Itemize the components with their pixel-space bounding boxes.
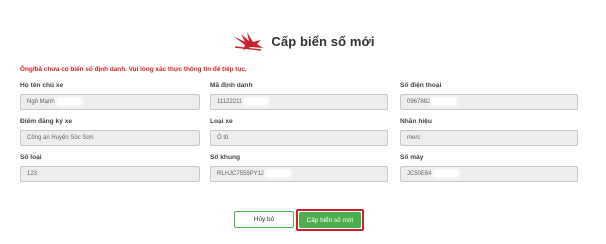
red-bird-logo-icon xyxy=(233,32,264,51)
phone-value: 0967882 xyxy=(407,99,431,105)
id-code-input[interactable]: 11122211 xyxy=(210,94,388,110)
id-code-label: Mã định danh xyxy=(210,82,253,89)
type-number-value: 123 xyxy=(27,171,38,177)
form-header: Cấp biển số mới xyxy=(10,28,596,54)
type-number-field-group: Số loại 123 xyxy=(20,153,200,182)
form-actions: Hủy bỏ Cấp biển số mới xyxy=(10,209,596,233)
engine-number-input[interactable]: JC50E64 xyxy=(400,166,578,182)
engine-number-label: Số máy xyxy=(400,154,424,161)
new-plate-form-panel: Cấp biển số mới Ông/bà chưa có biển số đ… xyxy=(10,6,596,238)
registration-place-label: Điểm đăng ký xe xyxy=(20,118,73,125)
redaction-blur xyxy=(432,97,457,105)
issue-new-plate-button[interactable]: Cấp biển số mới xyxy=(299,212,361,228)
brand-field-group: Nhãn hiệu merc xyxy=(400,117,578,146)
chassis-number-input[interactable]: RLHJC7559PY12 xyxy=(210,166,388,182)
phone-field-group: Số điện thoại 0967882 xyxy=(400,81,578,110)
page-title: Cấp biển số mới xyxy=(271,33,375,49)
engine-number-value: JC50E64 xyxy=(407,171,432,177)
chassis-number-field-group: Số khung RLHJC7559PY12 xyxy=(210,153,388,182)
vehicle-type-label: Loại xe xyxy=(210,118,233,125)
phone-label: Số điện thoại xyxy=(400,82,442,89)
brand-label: Nhãn hiệu xyxy=(400,118,432,125)
warning-message: Ông/bà chưa có biển số định danh. Vui lò… xyxy=(20,66,247,73)
owner-name-input[interactable]: Ngô Mạnh xyxy=(20,94,200,110)
brand-input[interactable]: merc xyxy=(400,130,578,146)
owner-name-value: Ngô Mạnh xyxy=(27,99,55,105)
owner-name-field-group: Họ tên chủ xe Ngô Mạnh xyxy=(20,81,200,110)
chassis-number-value: RLHJC7559PY12 xyxy=(217,171,265,177)
vehicle-type-input[interactable]: Ô tô xyxy=(210,130,388,146)
chassis-number-label: Số khung xyxy=(210,154,241,161)
cancel-button[interactable]: Hủy bỏ xyxy=(234,211,294,228)
type-number-input[interactable]: 123 xyxy=(20,166,200,182)
registration-place-field-group: Điểm đăng ký xe Công an Huyện Sóc Sơn xyxy=(20,117,200,146)
id-code-field-group: Mã định danh 11122211 xyxy=(210,81,388,110)
redaction-blur xyxy=(244,97,269,105)
vehicle-type-field-group: Loại xe Ô tô xyxy=(210,117,388,146)
vehicle-type-value: Ô tô xyxy=(217,135,229,141)
redaction-blur xyxy=(266,169,291,177)
redaction-blur xyxy=(433,169,458,177)
owner-name-label: Họ tên chủ xe xyxy=(20,82,64,89)
registration-place-value: Công an Huyện Sóc Sơn xyxy=(27,135,94,141)
type-number-label: Số loại xyxy=(20,154,42,161)
engine-number-field-group: Số máy JC50E64 xyxy=(400,153,578,182)
brand-value: merc xyxy=(407,135,421,141)
id-code-value: 11122211 xyxy=(217,99,243,105)
registration-place-input[interactable]: Công an Huyện Sóc Sơn xyxy=(20,130,200,146)
redaction-blur xyxy=(56,97,81,105)
phone-input[interactable]: 0967882 xyxy=(400,94,578,110)
